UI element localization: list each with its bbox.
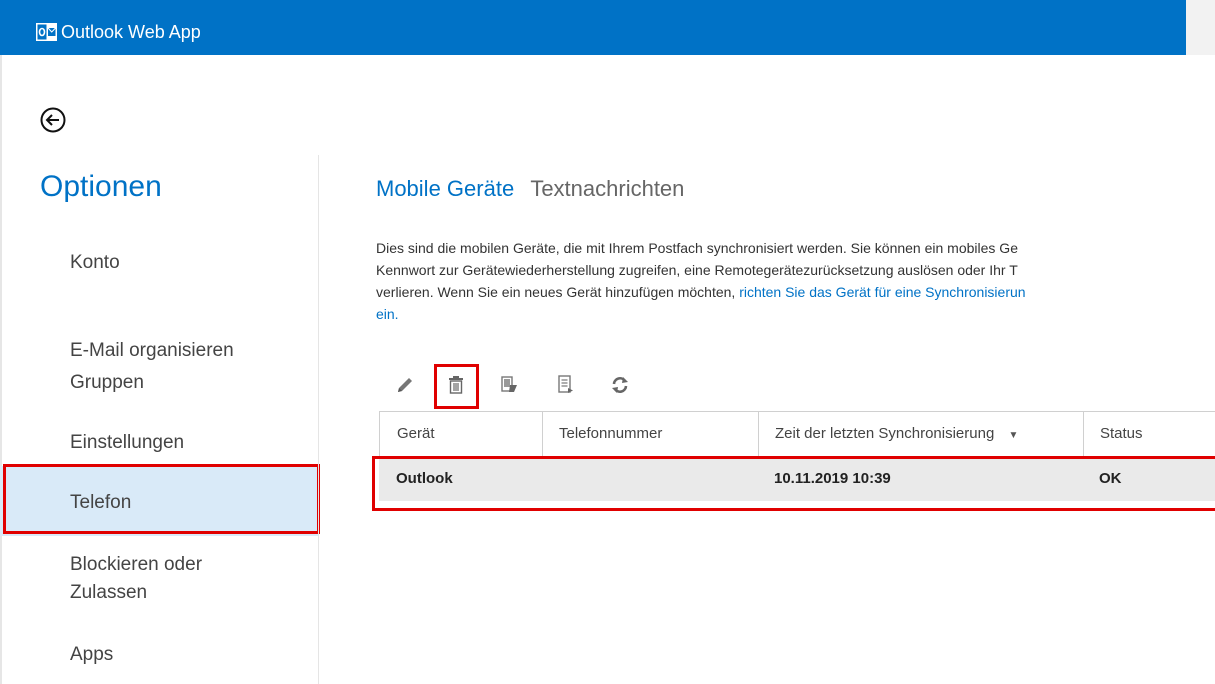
- nav-item-label: E-Mail organisieren: [70, 340, 234, 361]
- nav-item-block-allow[interactable]: Blockieren oder Zulassen: [0, 554, 318, 614]
- nav-item-phone[interactable]: Telefon: [0, 466, 318, 536]
- nav-item-label: Apps: [70, 644, 114, 665]
- top-bar-corner: [1186, 0, 1215, 55]
- outlook-logo-icon: [36, 23, 57, 41]
- column-header-device[interactable]: Gerät: [380, 412, 542, 456]
- nav-item-groups[interactable]: Gruppen: [0, 372, 318, 402]
- nav-item-label: Gruppen: [70, 372, 144, 393]
- nav-item-label: Blockieren oder: [70, 554, 203, 575]
- tab-mobile-devices[interactable]: Mobile Geräte: [376, 176, 514, 201]
- nav-item-konto[interactable]: Konto: [0, 252, 318, 282]
- cell-last-sync: 10.11.2019 10:39: [774, 470, 891, 487]
- edit-pencil-icon[interactable]: [392, 371, 418, 399]
- refresh-icon[interactable]: [607, 371, 633, 399]
- description-text: Dies sind die mobilen Geräte, die mit Ih…: [376, 237, 1215, 325]
- nav-item-apps[interactable]: Apps: [0, 644, 318, 674]
- app-title[interactable]: Outlook Web App: [61, 20, 201, 44]
- nav-item-label-line2: Zulassen: [70, 582, 148, 603]
- tab-text-messages[interactable]: Textnachrichten: [530, 176, 684, 201]
- nav-item-label: Einstellungen: [70, 432, 185, 453]
- setup-sync-link-end[interactable]: ein.: [376, 306, 399, 322]
- wipe-device-icon[interactable]: [497, 371, 523, 399]
- tab-bar: Mobile Geräte Textnachrichten: [376, 176, 684, 202]
- nav-item-label: Konto: [70, 252, 120, 273]
- top-bar: Outlook Web App: [0, 0, 1186, 55]
- recovery-password-icon[interactable]: [553, 371, 579, 399]
- delete-trash-icon[interactable]: [443, 371, 469, 399]
- description-line-3-text: verlieren. Wenn Sie ein neues Gerät hinz…: [376, 284, 740, 300]
- sidebar-divider: [318, 155, 319, 684]
- description-line-3: verlieren. Wenn Sie ein neues Gerät hinz…: [376, 281, 1215, 303]
- cell-phone: [541, 457, 558, 501]
- description-line-1: Dies sind die mobilen Geräte, die mit Ih…: [376, 240, 1018, 256]
- table-header: Gerät Telefonnummer Zeit der letzten Syn…: [379, 411, 1215, 457]
- cell-device: Outlook: [396, 470, 453, 487]
- description-line-2: Kennwort zur Gerätewiederherstellung zug…: [376, 262, 1018, 278]
- back-arrow-icon[interactable]: [39, 106, 67, 134]
- sort-down-icon: ▼: [1008, 430, 1019, 441]
- nav-item-settings[interactable]: Einstellungen: [0, 432, 318, 462]
- column-header-status[interactable]: Status: [1083, 412, 1215, 456]
- description-line-4: ein.: [376, 303, 1215, 325]
- cell-status: OK: [1099, 470, 1122, 487]
- column-header-phone[interactable]: Telefonnummer: [542, 412, 758, 456]
- nav-item-email-organize[interactable]: E-Mail organisieren: [0, 340, 318, 370]
- table-row[interactable]: Outlook 10.11.2019 10:39 OK: [379, 457, 1215, 501]
- column-header-last-sync[interactable]: Zeit der letzten Synchronisierung ▼: [758, 412, 1050, 456]
- column-header-last-sync-label: Zeit der letzten Synchronisierung: [775, 425, 995, 442]
- nav-item-label: Telefon: [70, 492, 132, 513]
- setup-sync-link[interactable]: richten Sie das Gerät für eine Synchroni…: [739, 284, 1025, 300]
- options-title: Optionen: [40, 170, 162, 203]
